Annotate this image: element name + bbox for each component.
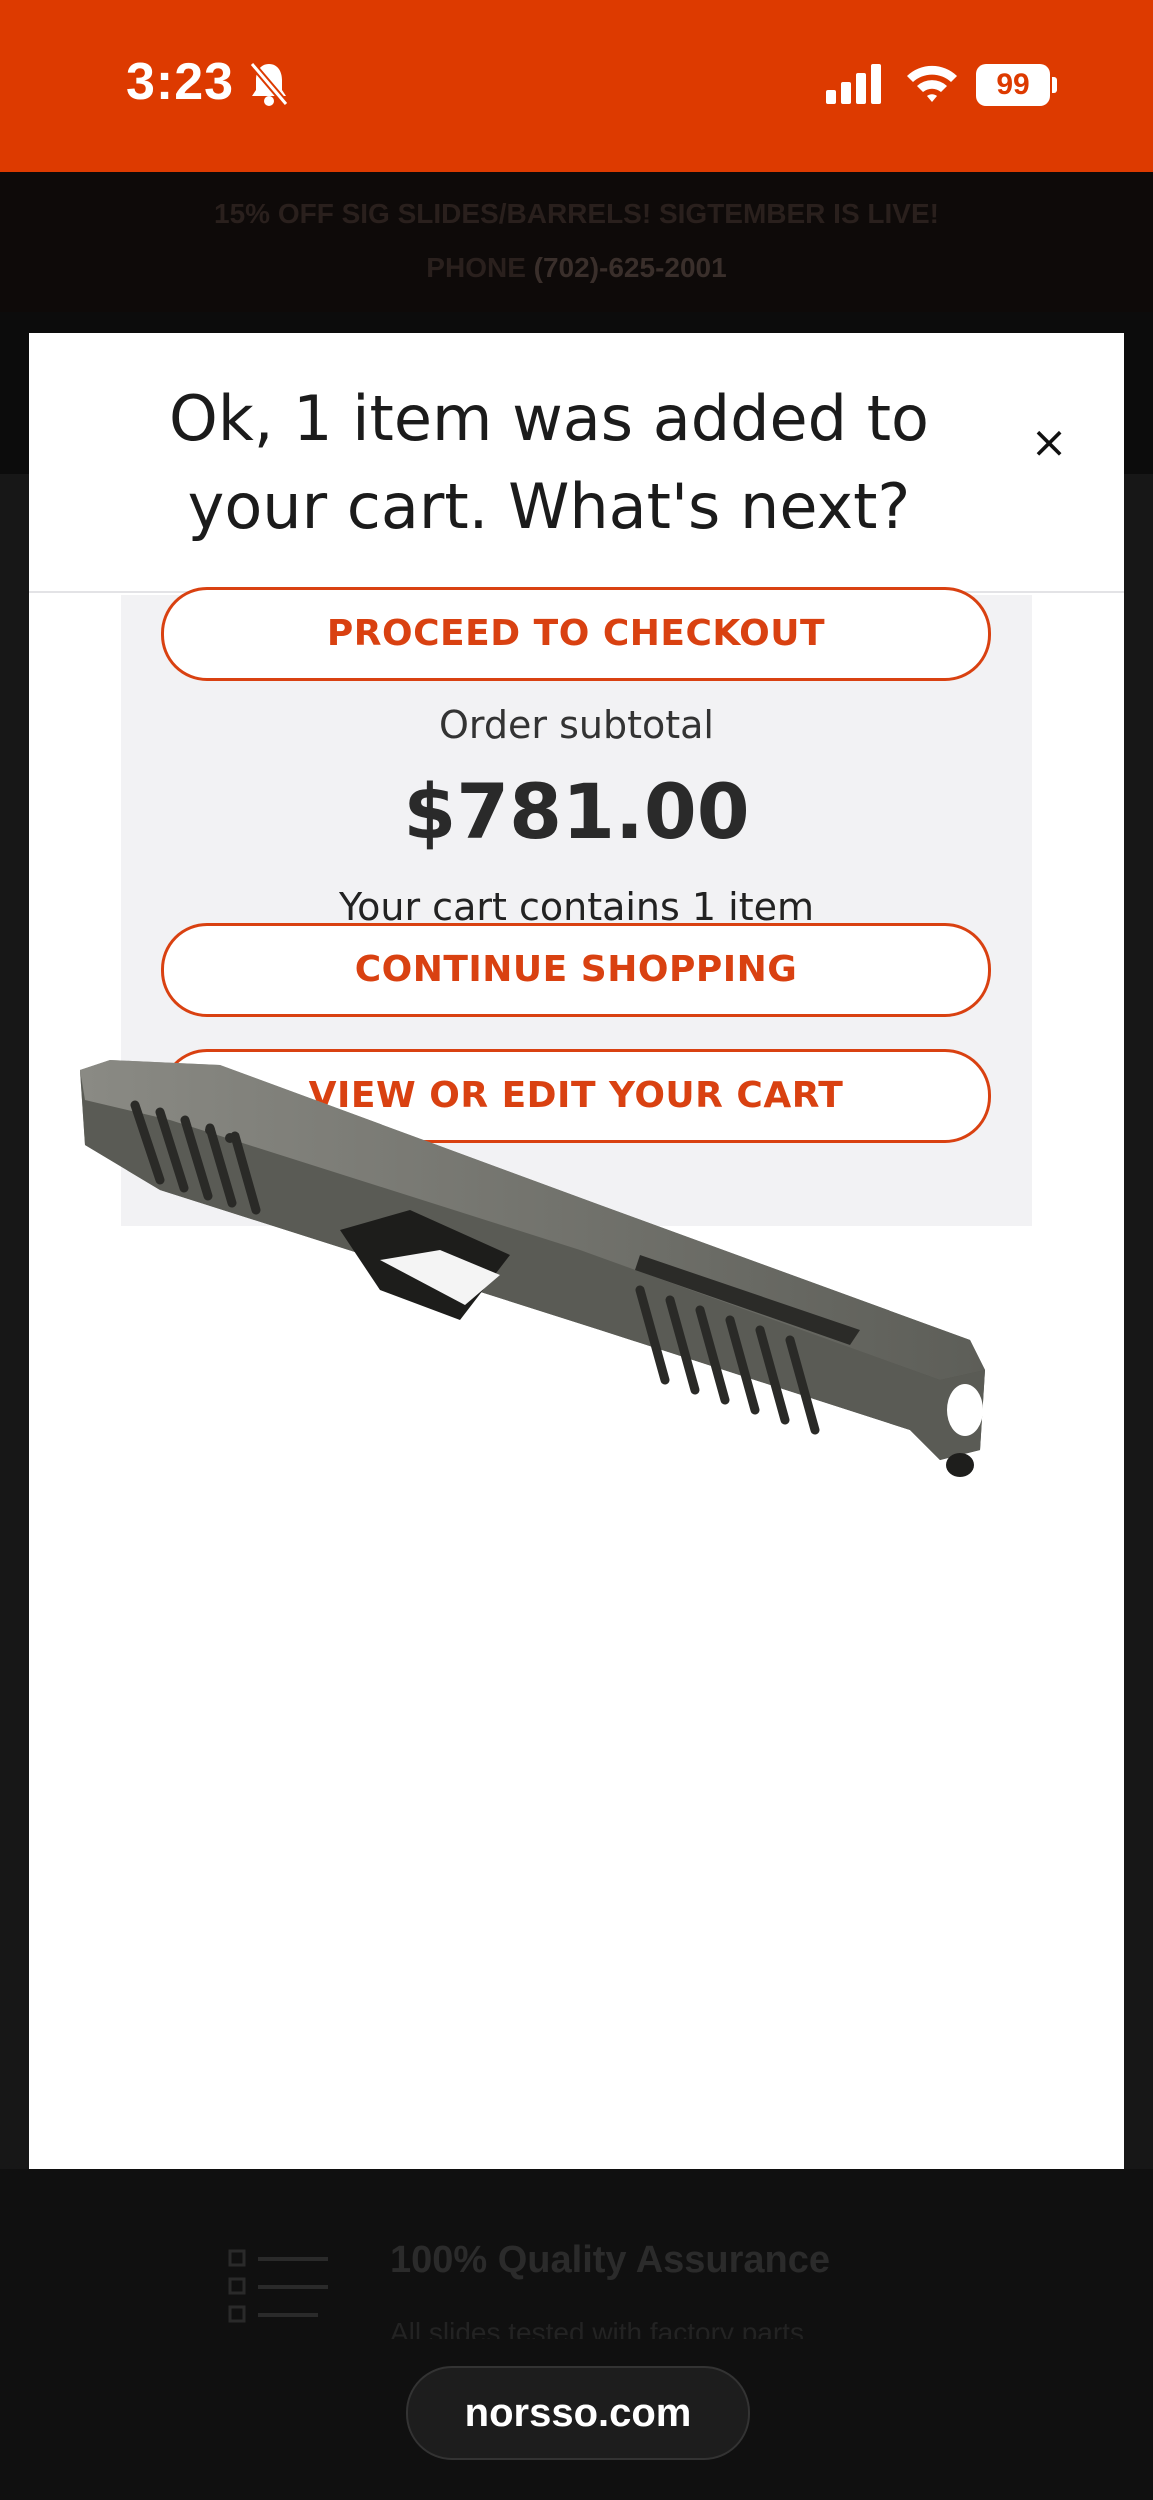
checklist-icon (228, 2247, 338, 2331)
bell-muted-icon (248, 60, 290, 112)
modal-header: Ok, 1 item was added to your cart. What'… (29, 333, 1124, 593)
continue-shopping-button[interactable]: CONTINUE SHOPPING (161, 923, 991, 1017)
close-button[interactable]: × (1019, 413, 1079, 473)
close-icon: × (1030, 417, 1068, 468)
feature-title: 100% Quality Assurance (390, 2239, 831, 2281)
product-image (80, 1060, 1040, 1780)
promo-banner: 15% OFF SIG SLIDES/BARRELS! SIGTEMBER IS… (0, 172, 1153, 312)
proceed-to-checkout-button[interactable]: PROCEED TO CHECKOUT (161, 587, 991, 681)
phone-number-link[interactable]: (702)-625-2001 (534, 252, 727, 283)
browser-url-bar[interactable]: norsso.com (406, 2366, 750, 2460)
phone-label: PHONE (426, 252, 526, 283)
battery-indicator: 99 (976, 64, 1050, 106)
feature-description: All slides tested with factory parts (390, 2317, 804, 2339)
cellular-signal-icon (826, 64, 884, 108)
promo-phone: PHONE (702)-625-2001 (0, 252, 1153, 284)
modal-title: Ok, 1 item was added to your cart. What'… (169, 382, 929, 543)
order-subtotal-value: $781.00 (403, 767, 750, 856)
status-time: 3:23 (126, 53, 235, 111)
promo-text: 15% OFF SIG SLIDES/BARRELS! SIGTEMBER IS… (214, 198, 939, 229)
order-subtotal-label: Order subtotal (439, 703, 714, 747)
battery-tip (1052, 77, 1057, 93)
status-bar: 3:23 99 (0, 0, 1153, 172)
wifi-icon (905, 60, 959, 110)
